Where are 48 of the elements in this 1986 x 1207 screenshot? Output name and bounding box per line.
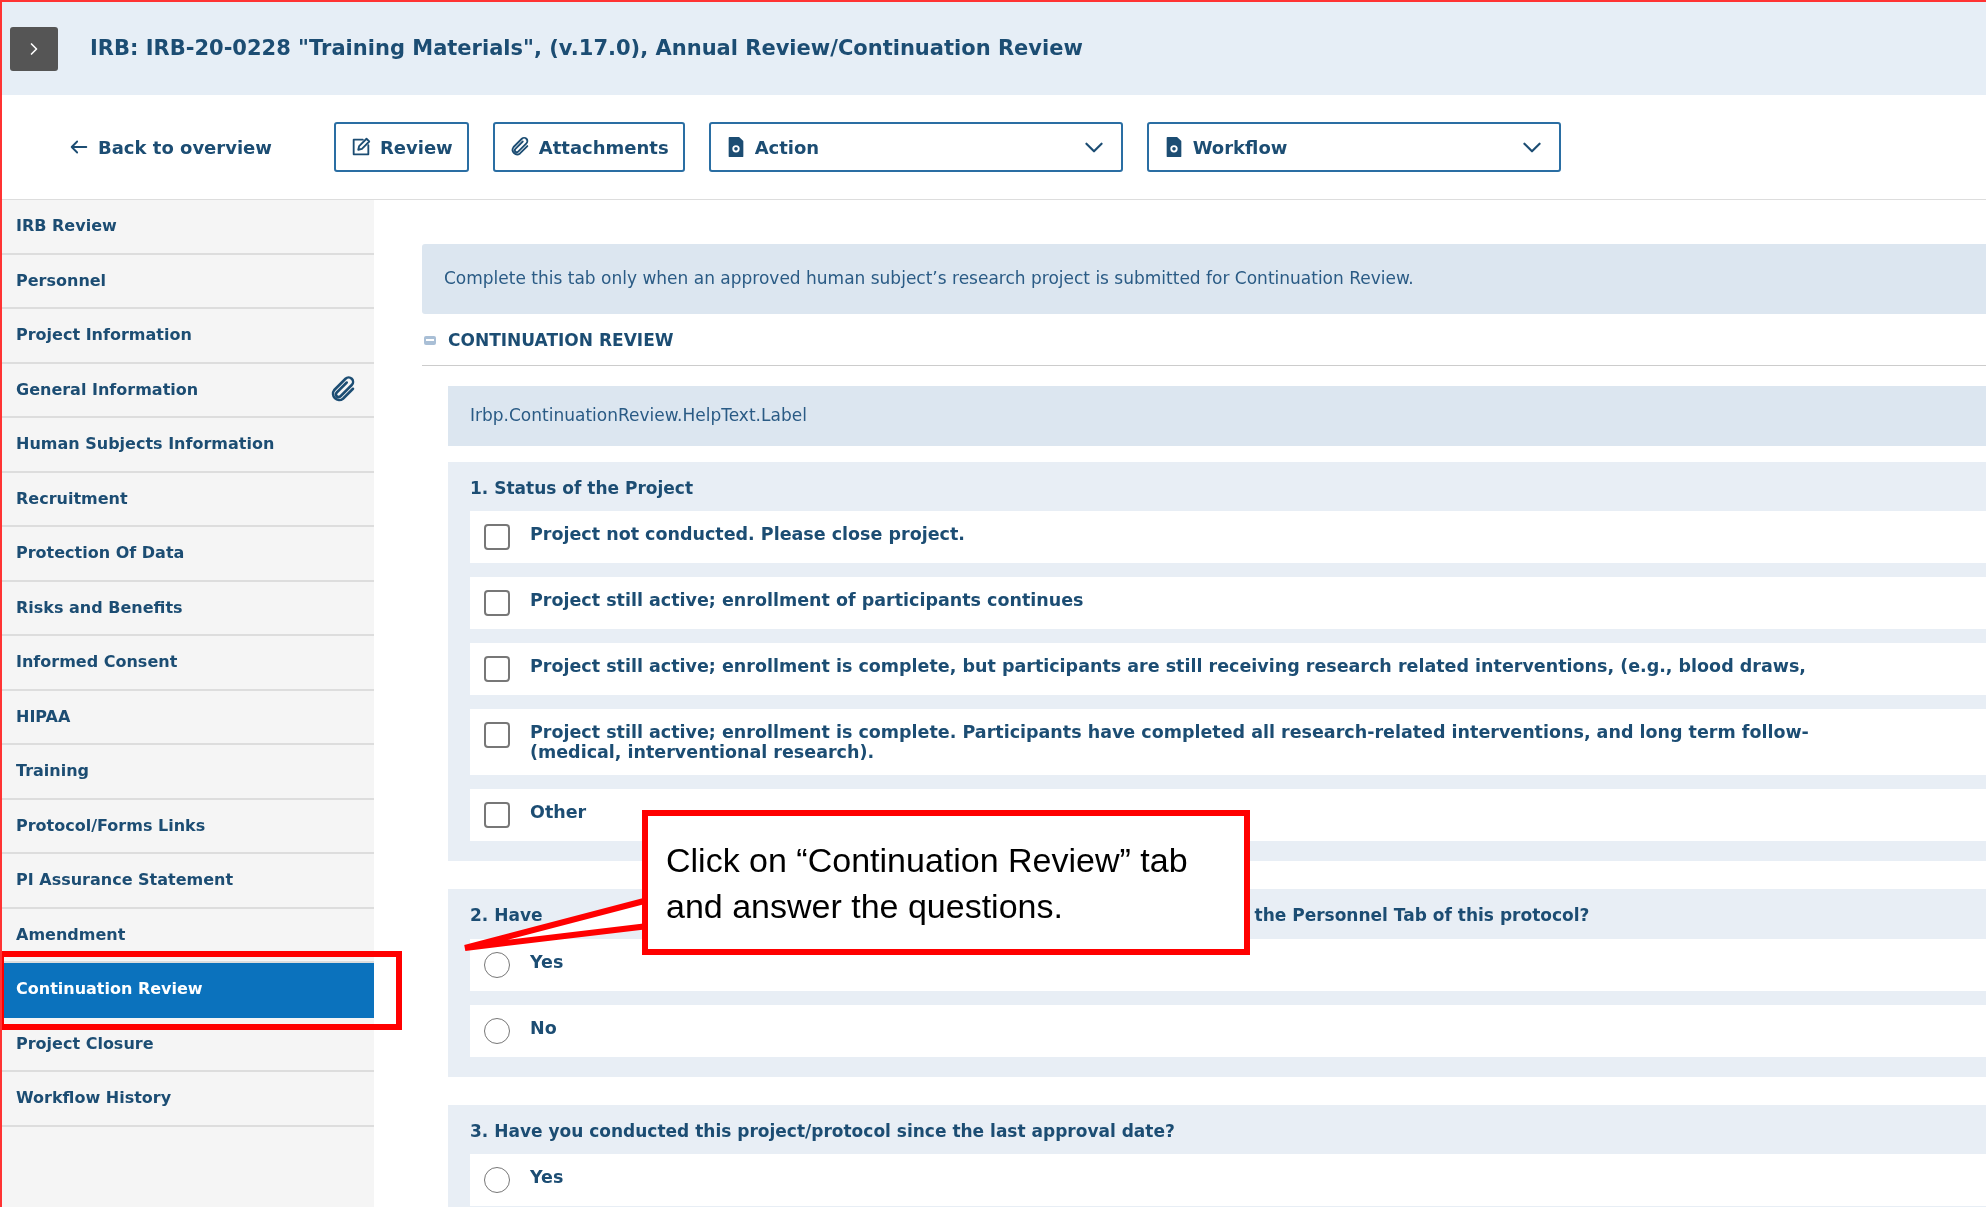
sidebar-item[interactable]: Training (2, 745, 374, 800)
sidebar-item[interactable]: Protocol/Forms Links (2, 799, 374, 854)
sidebar-item[interactable]: Risks and Benefits (2, 581, 374, 636)
option-label: Project still active; enrollment of participants continues (530, 590, 1084, 611)
toolbar-button[interactable]: Review (333, 122, 469, 172)
sidebar-item[interactable]: Personnel (2, 254, 374, 309)
option-label: (medical, interventional research). (530, 742, 876, 763)
option-label: Yes (530, 1167, 564, 1188)
radio-button[interactable] (484, 951, 510, 978)
question-title: 1. Status of the Project (470, 476, 694, 500)
question-title: 2. Have (470, 904, 543, 928)
option-label: No (530, 1017, 557, 1038)
sidebar-item[interactable]: HIPAA (2, 690, 374, 745)
option-label: Project still active; enrollment is complete, but participants are still receiving research related interventions, (e.g., blood draws, (530, 656, 1806, 677)
sidebar-item[interactable]: Continuation Review (2, 963, 374, 1018)
question-title: 3. Have you conducted this project/protocol since the last approval date? (470, 1119, 1175, 1143)
sidebar-item[interactable]: General Information (2, 363, 374, 418)
dropdown-button[interactable]: Workflow (1146, 122, 1561, 172)
toolbar-button[interactable]: Attachments (492, 122, 685, 172)
checkbox[interactable] (484, 590, 510, 616)
option-label: Other (530, 802, 587, 823)
sidebar-item[interactable]: Project Information (2, 309, 374, 364)
info-banner: Complete this tab only when an approved human subject’s research project is submitted for Continuation Review. (422, 244, 1986, 314)
sidebar-toggle-button[interactable] (10, 26, 58, 71)
option-label: Project still active; enrollment is complete. Participants have completed all research-related interventions, and long term follow- (530, 722, 1809, 743)
sidebar-item[interactable]: PI Assurance Statement (2, 854, 374, 909)
sidebar-item[interactable]: Recruitment (2, 472, 374, 527)
callout-text: Click on “Continuation Review” tab and answer the questions. (642, 810, 1250, 955)
question-title: the Personnel Tab of this protocol? (1254, 904, 1590, 928)
checkbox[interactable] (484, 722, 510, 748)
sidebar-item[interactable]: Project Closure (2, 1017, 374, 1072)
sidebar-item[interactable]: Workflow History (2, 1072, 374, 1127)
option-label: Yes (530, 951, 564, 972)
sidebar-item[interactable]: IRB Review (2, 200, 374, 255)
checkbox[interactable] (484, 524, 510, 550)
sidebar-item[interactable]: Protection Of Data (2, 527, 374, 582)
radio-button[interactable] (484, 1017, 510, 1044)
checkbox[interactable] (484, 802, 510, 829)
sidebar-item[interactable]: Human Subjects Information (2, 418, 374, 473)
option-label: Project not conducted. Please close project. (530, 524, 965, 545)
radio-button[interactable] (484, 1167, 510, 1194)
back-link[interactable]: Back to overview (68, 133, 272, 161)
section-title: CONTINUATION REVIEW (448, 328, 674, 352)
sidebar-item[interactable]: Informed Consent (2, 636, 374, 691)
help-text: Irbp.ContinuationReview.HelpText.Label (448, 386, 1986, 446)
dropdown-button[interactable]: Action (708, 122, 1123, 172)
checkbox[interactable] (484, 656, 510, 682)
page-title: IRB: IRB-20-0228 "Training Materials", (v.17.0), Annual Review/Continuation Review (90, 34, 1083, 62)
